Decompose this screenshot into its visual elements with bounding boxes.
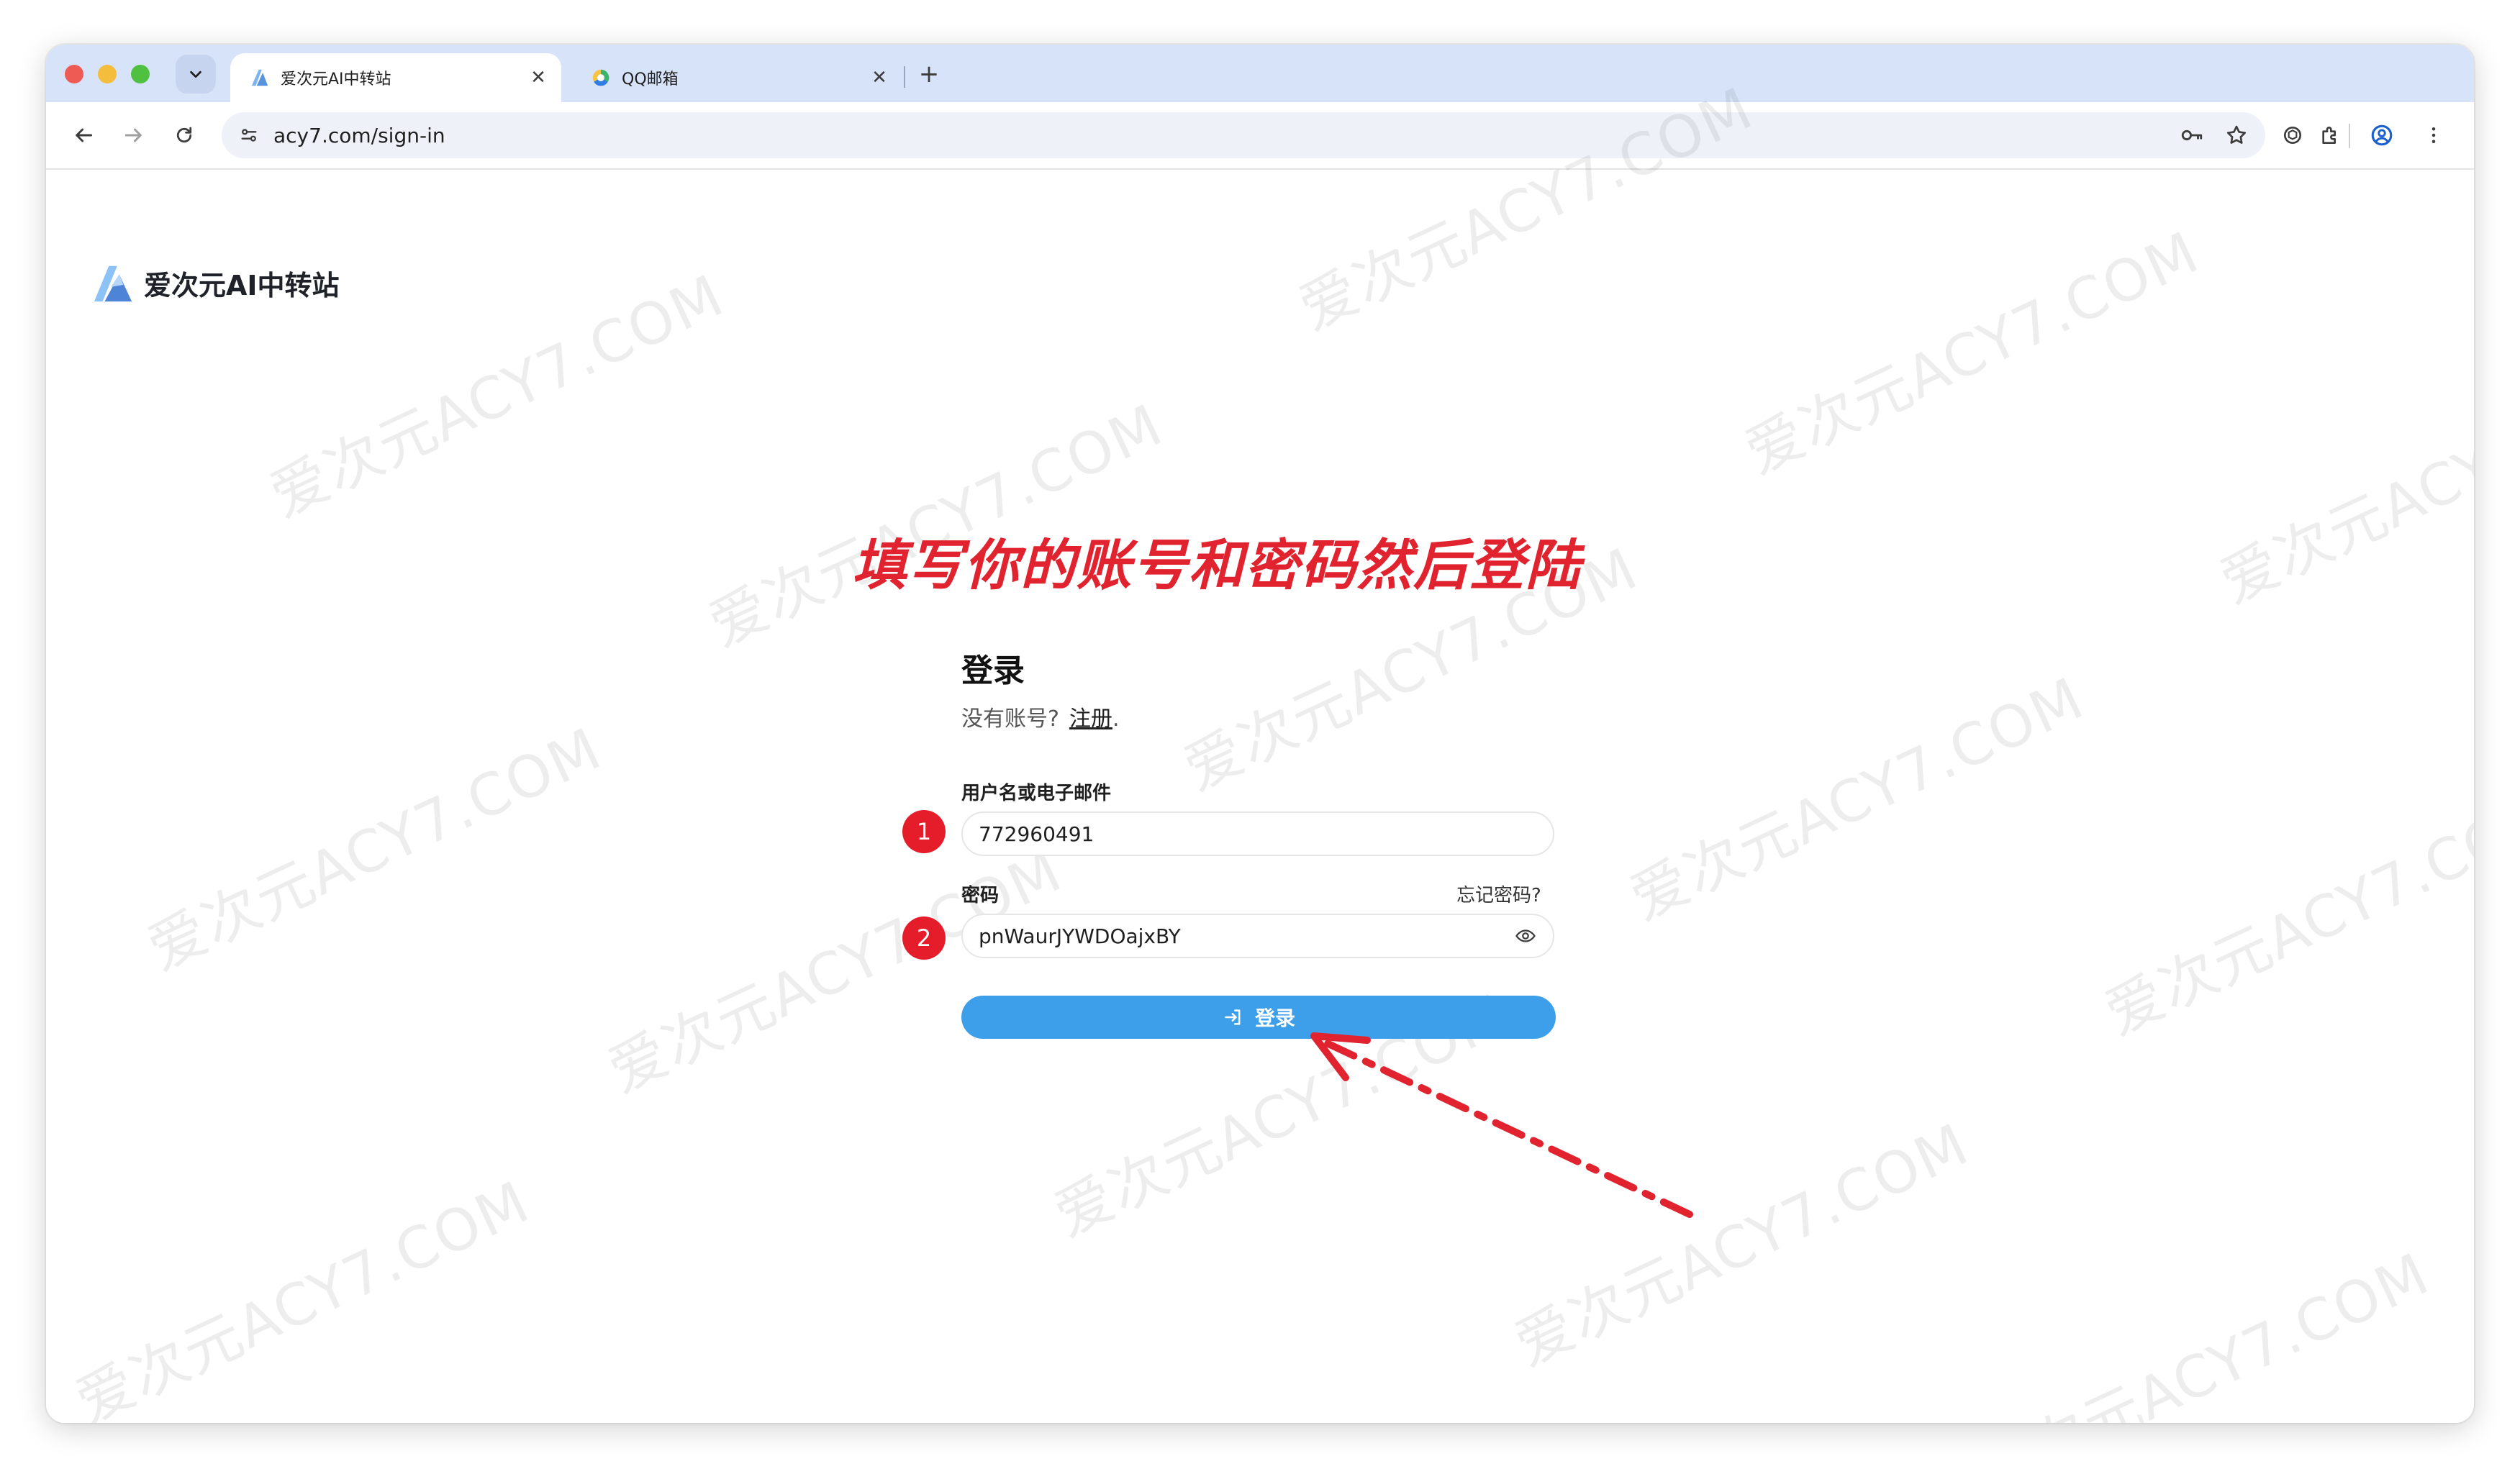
site-logo-icon [249,67,271,88]
register-prompt: 没有账号? 注册. [961,701,1119,732]
login-button-label: 登录 [1254,1007,1295,1029]
tab-title: 爱次元AI中转站 [281,71,391,88]
openai-extension-icon[interactable] [2275,118,2310,153]
close-window-button[interactable] [65,65,83,83]
eye-icon[interactable] [1511,922,1540,950]
address-bar[interactable]: acy7.com/sign-in [222,112,2265,158]
watermark: 爱次元ACY7.COM [2210,347,2474,617]
close-icon[interactable]: ✕ [525,65,551,91]
tab-title: QQ邮箱 [622,71,679,88]
login-button[interactable]: 登录 [961,996,1556,1039]
profile-avatar-icon[interactable] [2365,118,2399,153]
tab-qqmail[interactable]: QQ邮箱 ✕ [571,53,902,102]
tab-acy7[interactable]: 爱次元AI中转站 ✕ [230,53,561,102]
site-brand[interactable]: 爱次元AI中转站 [92,262,340,304]
watermark: 爱次元ACY7.COM [1505,1110,1979,1379]
tab-strip: 爱次元AI中转站 ✕ QQ邮箱 ✕ + [46,45,2474,102]
arrow-right-icon [124,128,142,142]
register-link[interactable]: 注册 [1069,706,1112,732]
reload-icon [176,127,192,143]
tab-divider [904,66,905,88]
screenshot-canvas: 爱次元AI中转站 ✕ QQ邮箱 ✕ + acy7.com/sign-in 爱次元… [0,0,2520,1469]
arrow-left-icon [76,128,93,142]
step-1-badge: 1 [902,810,946,853]
password-input[interactable] [977,923,1511,949]
watermark: 爱次元ACY7.COM [137,714,612,983]
toolbar-separator [2349,124,2350,148]
username-label: 用户名或电子邮件 [961,783,1112,804]
password-field[interactable] [961,914,1554,958]
watermark: 爱次元ACY7.COM [1620,664,2094,933]
brand-logo-icon [94,265,132,302]
maximize-window-button[interactable] [131,65,150,83]
watermark: 爱次元ACY7.COM [598,837,1072,1106]
more-menu-icon[interactable] [2416,118,2451,153]
extensions-puzzle-icon[interactable] [2313,118,2347,153]
watermark: 爱次元ACY7.COM [65,1168,540,1423]
page-content: 爱次元ACY7.COM 爱次元ACY7.COM 爱次元ACY7.COM 爱次元A… [46,75,2474,1423]
back-button[interactable] [66,118,101,153]
password-label: 密码 [961,885,1000,906]
forward-button[interactable] [117,118,151,153]
username-input[interactable] [977,821,1553,847]
tab-search-button[interactable] [176,55,216,94]
watermark: 爱次元ACY7.COM [2095,779,2474,1048]
login-arrow-icon [1222,1006,1245,1029]
register-suffix: . [1112,706,1120,732]
minimize-window-button[interactable] [98,65,117,83]
username-field[interactable] [961,811,1554,856]
chevron-down-icon [190,71,201,78]
qqmail-icon [590,67,612,88]
close-icon[interactable]: ✕ [866,65,892,91]
brand-name: 爱次元AI中转站 [144,269,340,301]
forgot-password-link[interactable]: 忘记密码? [1456,881,1541,907]
no-account-text: 没有账号? [961,706,1059,732]
watermark: 爱次元ACY7.COM [1735,218,2209,487]
url-text[interactable]: acy7.com/sign-in [273,124,2176,147]
browser-window: 爱次元AI中转站 ✕ QQ邮箱 ✕ + acy7.com/sign-in 爱次元… [46,45,2474,1423]
step-2-badge: 2 [902,917,946,960]
instruction-annotation: 填写你的账号和密码然后登陆 [852,533,1582,597]
password-key-icon[interactable] [2176,119,2208,151]
watermark: 爱次元ACY7.COM [1965,1240,2439,1423]
browser-toolbar: acy7.com/sign-in [46,102,2474,170]
new-tab-button[interactable]: + [912,58,946,91]
login-title: 登录 [961,652,1025,689]
annotation-arrow [1310,1032,1693,1218]
reload-button[interactable] [167,118,201,153]
site-settings-icon[interactable] [236,122,262,148]
bookmark-star-icon[interactable] [2221,119,2252,151]
